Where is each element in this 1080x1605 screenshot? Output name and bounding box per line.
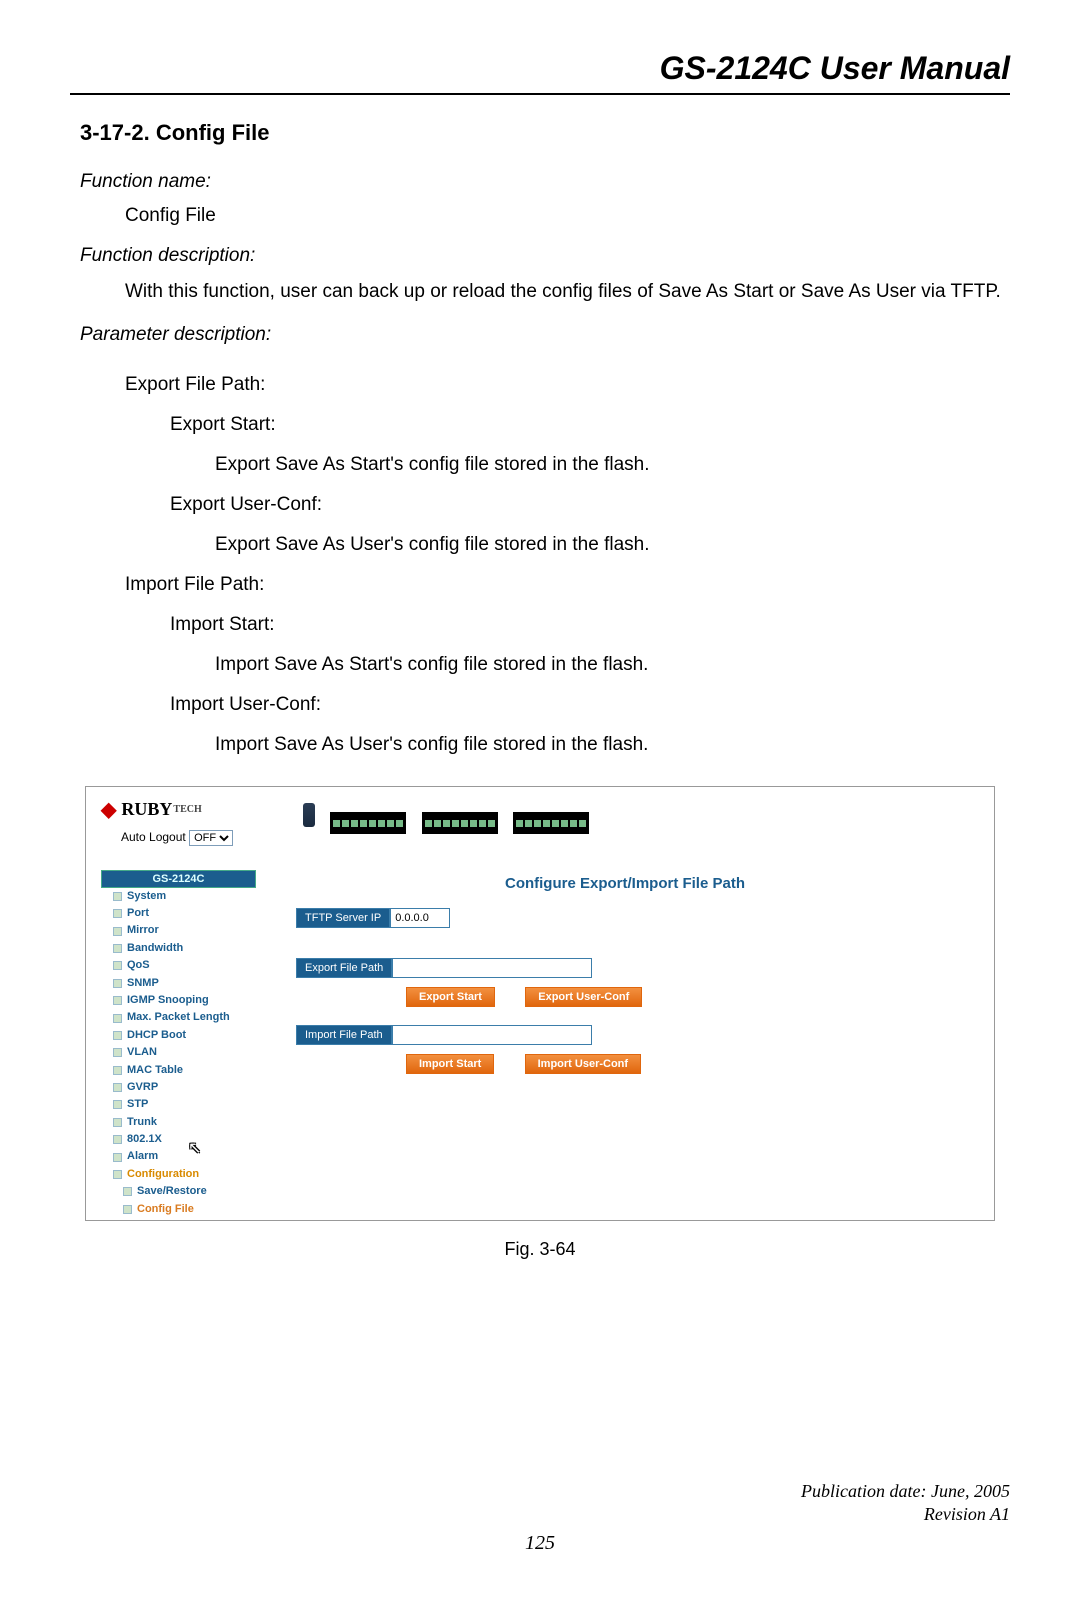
section-heading: 3-17-2. Config File bbox=[80, 120, 1010, 146]
nav-maxpacket[interactable]: Max. Packet Length bbox=[101, 1009, 256, 1026]
nav-vlan[interactable]: VLAN bbox=[101, 1044, 256, 1061]
export-file-path-label: Export File Path bbox=[296, 958, 392, 978]
gem-icon: ◆ bbox=[101, 797, 116, 822]
function-name-label: Function name: bbox=[80, 171, 1010, 193]
nav-port[interactable]: Port bbox=[101, 905, 256, 922]
brand-ruby: RUBY bbox=[121, 799, 172, 820]
parameter-desc-label: Parameter description: bbox=[80, 324, 1010, 346]
nav-dhcpboot[interactable]: DHCP Boot bbox=[101, 1027, 256, 1044]
embedded-screenshot: ◆ RUBYTECH Auto Logout OFF bbox=[85, 786, 995, 1221]
manual-title: GS-2124C User Manual bbox=[70, 50, 1010, 95]
nav-igmp[interactable]: IGMP Snooping bbox=[101, 992, 256, 1009]
import-file-path-label: Import File Path bbox=[296, 1025, 392, 1045]
nav-save-restore[interactable]: Save/Restore bbox=[101, 1183, 256, 1200]
nav-config-file[interactable]: Config File bbox=[101, 1201, 256, 1218]
function-name-value: Config File bbox=[125, 205, 1010, 227]
import-start-heading: Import Start: bbox=[170, 614, 1010, 636]
nav-qos[interactable]: QoS bbox=[101, 957, 256, 974]
nav-system[interactable]: System bbox=[101, 888, 256, 905]
publication-date: Publication date: June, 2005 bbox=[70, 1480, 1010, 1503]
tftp-server-ip-label: TFTP Server IP bbox=[296, 908, 390, 928]
page-number: 125 bbox=[70, 1532, 1010, 1555]
nav-alarm[interactable]: Alarm bbox=[101, 1148, 256, 1165]
export-file-path-input[interactable] bbox=[392, 958, 592, 978]
nav-stp[interactable]: STP bbox=[101, 1096, 256, 1113]
export-start-desc: Export Save As Start's config file store… bbox=[215, 454, 1010, 476]
function-desc-text: With this function, user can back up or … bbox=[125, 279, 1010, 306]
nav-configuration[interactable]: Configuration bbox=[101, 1166, 256, 1183]
nav-head: GS-2124C bbox=[101, 870, 256, 888]
panel-title: Configure Export/Import File Path bbox=[296, 875, 954, 892]
function-desc-label: Function description: bbox=[80, 245, 1010, 267]
figure-caption: Fig. 3-64 bbox=[70, 1239, 1010, 1260]
nav-tree: GS-2124C System Port Mirror Bandwidth Qo… bbox=[101, 870, 256, 1221]
export-file-path-heading: Export File Path: bbox=[125, 374, 1010, 396]
revision: Revision A1 bbox=[70, 1503, 1010, 1526]
import-file-path-heading: Import File Path: bbox=[125, 574, 1010, 596]
export-userconf-heading: Export User-Conf: bbox=[170, 494, 1010, 516]
tftp-server-ip-input[interactable] bbox=[390, 908, 450, 928]
export-start-heading: Export Start: bbox=[170, 414, 1010, 436]
auto-logout-label: Auto Logout bbox=[121, 830, 186, 844]
brand-logo: ◆ RUBYTECH bbox=[101, 797, 233, 822]
auto-logout-select[interactable]: OFF bbox=[189, 830, 233, 846]
nav-bandwidth[interactable]: Bandwidth bbox=[101, 940, 256, 957]
import-start-button[interactable]: Import Start bbox=[406, 1054, 494, 1074]
nav-snmp[interactable]: SNMP bbox=[101, 975, 256, 992]
import-userconf-button[interactable]: Import User-Conf bbox=[525, 1054, 641, 1074]
import-userconf-heading: Import User-Conf: bbox=[170, 694, 1010, 716]
nav-8021x[interactable]: 802.1X bbox=[101, 1131, 256, 1148]
nav-trunk[interactable]: Trunk bbox=[101, 1114, 256, 1131]
import-start-desc: Import Save As Start's config file store… bbox=[215, 654, 1010, 676]
export-start-button[interactable]: Export Start bbox=[406, 987, 495, 1007]
nav-diagnostics[interactable]: Diagnostics bbox=[101, 1218, 256, 1221]
nav-mactable[interactable]: MAC Table bbox=[101, 1062, 256, 1079]
export-userconf-desc: Export Save As User's config file stored… bbox=[215, 534, 1010, 556]
nav-mirror[interactable]: Mirror bbox=[101, 922, 256, 939]
export-userconf-button[interactable]: Export User-Conf bbox=[525, 987, 642, 1007]
switch-rack-illustration bbox=[303, 803, 589, 846]
nav-gvrp[interactable]: GVRP bbox=[101, 1079, 256, 1096]
brand-tech: TECH bbox=[173, 804, 201, 815]
import-userconf-desc: Import Save As User's config file stored… bbox=[215, 734, 1010, 756]
import-file-path-input[interactable] bbox=[392, 1025, 592, 1045]
